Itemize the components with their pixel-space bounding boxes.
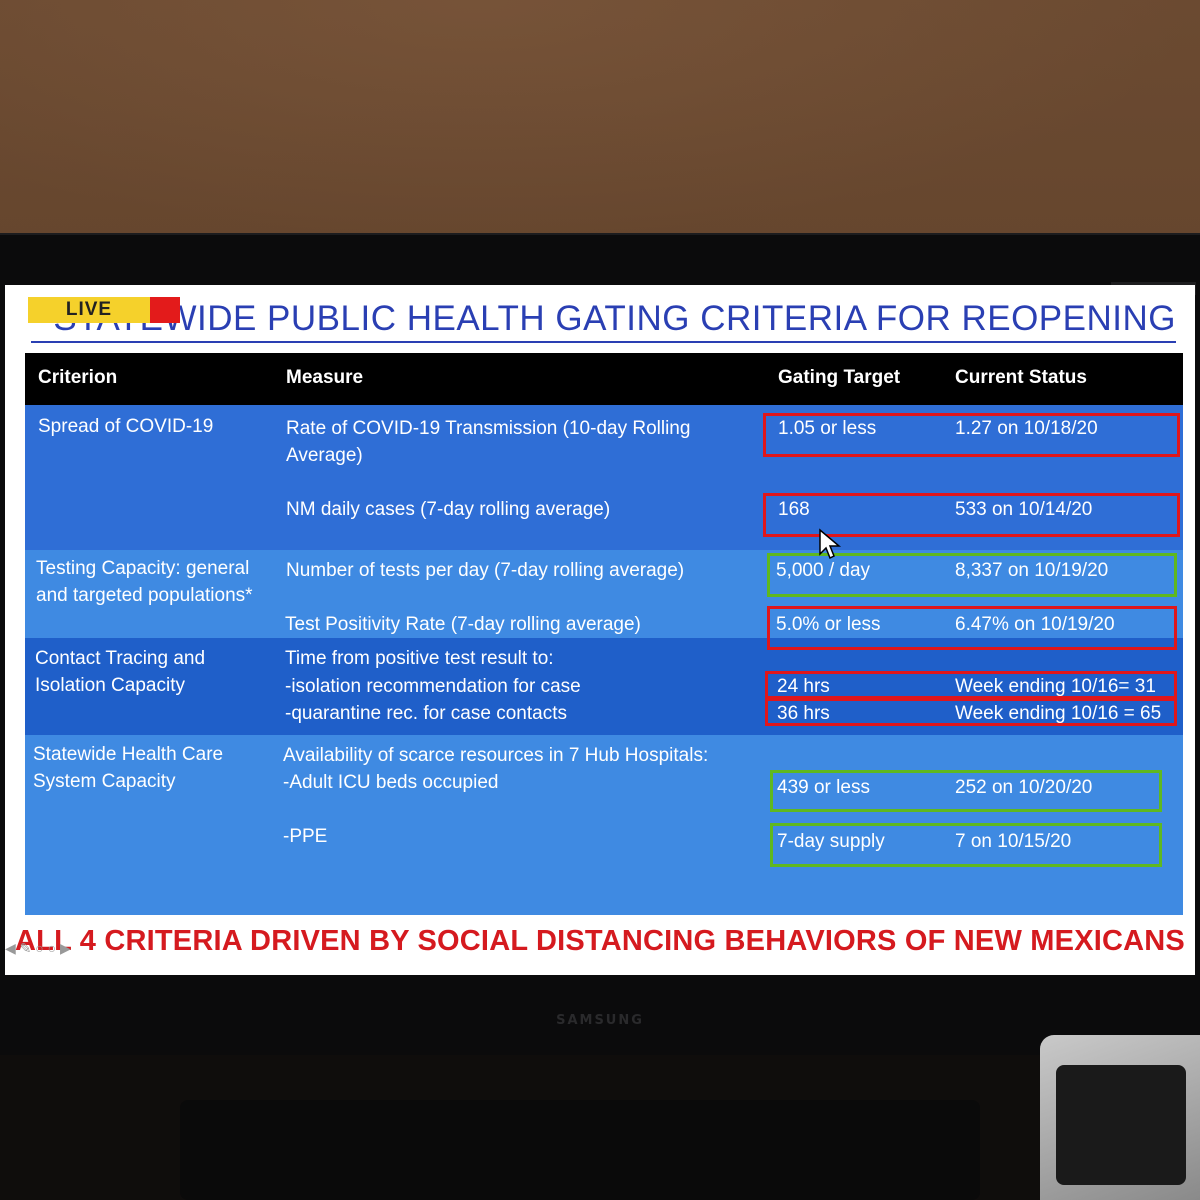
previous-slide-icon[interactable]: ◀ [5, 940, 16, 956]
measure-transmission: Rate of COVID-19 Transmission (10-day Ro… [286, 418, 691, 466]
status-tests-per-day: 8,337 on 10/19/20 [955, 560, 1109, 581]
slideshow-controls[interactable]: ◀ ✎ ○ ○ ▶ [5, 940, 135, 960]
tv-brand-logo: SAMSUNG [556, 1013, 644, 1028]
criteria-table: Criterion Measure Gating Target Current … [25, 353, 1183, 915]
target-quarantine: 36 hrs [777, 703, 830, 724]
status-ppe: 7 on 10/15/20 [955, 831, 1072, 852]
live-label: LIVE [28, 297, 150, 323]
header-gating-target: Gating Target [778, 367, 901, 388]
tv-stand [180, 1100, 980, 1200]
measure-positivity: Test Positivity Rate (7-day rolling aver… [285, 614, 641, 635]
slide-footer: ALL 4 CRITERIA DRIVEN BY SOCIAL DISTANCI… [15, 925, 1185, 957]
slide-title: STATEWIDE PUBLIC HEALTH GATING CRITERIA … [31, 297, 1176, 343]
target-transmission: 1.05 or less [778, 418, 877, 439]
measure-isolation: -isolation recommendation for case [285, 676, 581, 697]
measure-ppe: -PPE [283, 826, 328, 847]
view-icon[interactable]: ○ [48, 940, 56, 956]
target-positivity: 5.0% or less [776, 614, 881, 635]
measure-icu-beds: -Adult ICU beds occupied [283, 772, 499, 793]
measure-tracing-intro: Time from positive test result to: [285, 648, 554, 669]
header-criterion: Criterion [38, 367, 118, 388]
criterion-spread: Spread of COVID-19 [38, 416, 214, 437]
measure-resources-intro: Availability of scarce resources in 7 Hu… [283, 745, 709, 766]
presentation-slide: STATEWIDE PUBLIC HEALTH GATING CRITERIA … [5, 285, 1195, 975]
status-isolation: Week ending 10/16= 31 [955, 676, 1156, 697]
target-isolation: 24 hrs [777, 676, 830, 697]
wall-background [0, 0, 1200, 240]
status-positivity: 6.47% on 10/19/20 [955, 614, 1115, 635]
measure-tests-per-day: Number of tests per day (7-day rolling a… [286, 560, 685, 581]
status-daily-cases: 533 on 10/14/20 [955, 499, 1093, 520]
header-measure: Measure [286, 367, 364, 388]
target-daily-cases: 168 [778, 499, 810, 520]
live-indicator [150, 297, 180, 323]
status-quarantine: Week ending 10/16 = 65 [955, 703, 1162, 724]
header-current-status: Current Status [955, 367, 1087, 388]
criterion-health-care: Statewide Health Care System Capacity [33, 744, 224, 792]
live-badge: LIVE [28, 297, 180, 323]
target-ppe: 7-day supply [777, 831, 885, 852]
mouse-cursor-icon [819, 528, 842, 560]
status-transmission: 1.27 on 10/18/20 [955, 418, 1098, 439]
zoom-icon[interactable]: ○ [35, 940, 43, 956]
next-slide-icon[interactable]: ▶ [60, 940, 71, 956]
measure-quarantine: -quarantine rec. for case contacts [285, 703, 567, 724]
target-icu-beds: 439 or less [777, 777, 870, 798]
table-header: Criterion Measure Gating Target Current … [25, 353, 1183, 405]
speaker-device [1040, 1035, 1200, 1200]
pen-icon[interactable]: ✎ [20, 940, 32, 956]
criterion-contact-tracing: Contact Tracing and Isolation Capacity [35, 648, 206, 696]
measure-daily-cases: NM daily cases (7-day rolling average) [286, 499, 611, 520]
status-icu-beds: 252 on 10/20/20 [955, 777, 1093, 798]
criterion-testing: Testing Capacity: general and targeted p… [36, 558, 253, 606]
